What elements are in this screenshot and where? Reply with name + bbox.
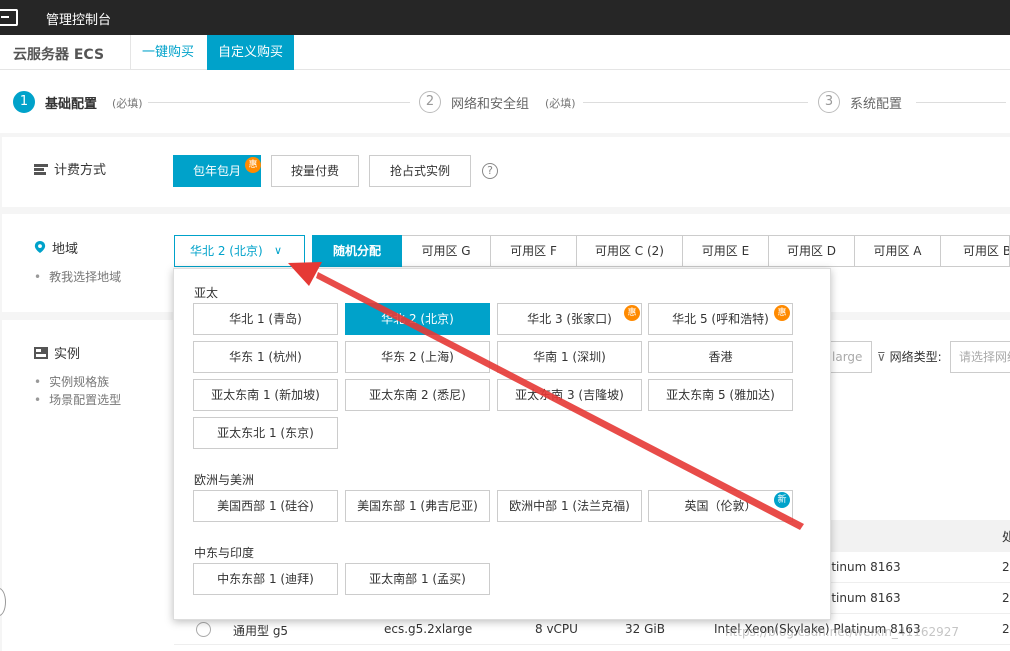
instance-family-link[interactable]: 实例规格族 <box>34 373 109 390</box>
billing-icon <box>34 164 48 175</box>
spec-cell: ecs.g5.2xlarge <box>384 622 473 636</box>
instance-title: 实例 <box>34 343 80 362</box>
cpu-cell: atinum 8163 <box>824 560 901 574</box>
region-option[interactable]: 华东 1 (杭州) <box>193 341 338 373</box>
tab-custom-buy[interactable]: 自定义购买 <box>207 35 295 70</box>
vcpu-cell: 8 vCPU <box>535 622 578 636</box>
region-option[interactable]: 华北 5 (呼和浩特) <box>648 303 793 335</box>
discount-badge: 惠 <box>774 305 790 321</box>
group-title-europe-americas: 欧洲与美洲 <box>194 473 255 487</box>
region-option[interactable]: 华南 1 (深圳) <box>497 341 642 373</box>
billing-title-text: 计费方式 <box>54 163 107 178</box>
help-icon[interactable]: ? <box>482 163 498 179</box>
region-title: 地域 <box>34 238 78 257</box>
region-select-value: 华北 2 (北京) <box>190 244 263 258</box>
top-bar: 管理控制台 <box>0 0 1010 35</box>
zone-f[interactable]: 可用区 F <box>491 235 577 267</box>
zone-b[interactable]: 可用区 B <box>941 235 1010 267</box>
region-title-text: 地域 <box>52 242 79 257</box>
region-option[interactable]: 亚太南部 1 (孟买) <box>345 563 490 595</box>
filter-icon: ⊽ <box>877 350 886 364</box>
console-logo-icon[interactable] <box>0 9 18 26</box>
chevron-down-icon: ∨ <box>273 244 282 257</box>
step-2-label[interactable]: 网络和安全组 <box>451 93 529 112</box>
step-divider <box>583 102 808 103</box>
region-option-selected[interactable]: 华北 2 (北京) <box>345 303 490 335</box>
billing-section: 计费方式 包年包月 惠 按量付费 抢占式实例 ? <box>2 137 1010 207</box>
zone-g[interactable]: 可用区 G <box>402 235 491 267</box>
tab-quick-buy[interactable]: 一键购买 <box>130 35 205 70</box>
step-3-label[interactable]: 系统配置 <box>850 93 902 112</box>
region-help-link[interactable]: 教我选择地域 <box>34 268 121 285</box>
region-option[interactable]: 英国（伦敦） <box>648 490 793 522</box>
step-1-number: 1 <box>13 91 35 113</box>
product-subnav: 云服务器 ECS 一键购买 自定义购买 <box>0 35 1010 70</box>
location-pin-icon <box>34 241 46 253</box>
region-option[interactable]: 欧洲中部 1 (法兰克福) <box>497 490 642 522</box>
region-option[interactable]: 亚太东北 1 (东京) <box>193 417 338 449</box>
billing-spot-button[interactable]: 抢占式实例 <box>369 155 471 187</box>
region-option[interactable]: 华东 2 (上海) <box>345 341 490 373</box>
region-option[interactable]: 亚太东南 2 (悉尼) <box>345 379 490 411</box>
price-cell: 2. <box>1002 622 1010 636</box>
region-option[interactable]: 华北 3 (张家口) <box>497 303 642 335</box>
cpu-cell: atinum 8163 <box>824 591 901 605</box>
network-type-label: ⊽ 网络类型: <box>877 348 942 365</box>
price-cell: 2. <box>1002 591 1010 605</box>
group-title-apac: 亚太 <box>194 286 219 300</box>
family-cell: 通用型 g5 <box>233 624 289 638</box>
memory-cell: 32 GiB <box>625 622 665 636</box>
region-option[interactable]: 中东东部 1 (迪拜) <box>193 563 338 595</box>
network-type-label-text: 网络类型: <box>889 350 942 364</box>
product-name: 云服务器 ECS <box>13 47 105 63</box>
zone-e[interactable]: 可用区 E <box>683 235 769 267</box>
region-option[interactable]: 华北 1 (青岛) <box>193 303 338 335</box>
billing-title: 计费方式 <box>34 159 106 178</box>
region-select[interactable]: 华北 2 (北京) ∨ <box>174 235 305 267</box>
group-title-middle-east-india: 中东与印度 <box>194 546 255 560</box>
step-2-number[interactable]: 2 <box>419 91 441 113</box>
instance-icon <box>34 347 48 359</box>
step-1-hint: (必填) <box>112 97 143 110</box>
zone-d[interactable]: 可用区 D <box>769 235 855 267</box>
region-dropdown: 亚太 华北 1 (青岛) 华北 2 (北京) 华北 3 (张家口) 惠 华北 5… <box>173 268 831 620</box>
discount-badge: 惠 <box>624 305 640 321</box>
region-option[interactable]: 亚太东南 5 (雅加达) <box>648 379 793 411</box>
network-type-select[interactable]: 请选择网络 <box>950 341 1010 373</box>
region-option[interactable]: 香港 <box>648 341 793 373</box>
row-radio[interactable] <box>196 622 211 637</box>
region-option[interactable]: 亚太东南 3 (吉隆坡) <box>497 379 642 411</box>
step-3-number[interactable]: 3 <box>818 91 840 113</box>
region-option[interactable]: 美国东部 1 (弗吉尼亚) <box>345 490 490 522</box>
step-1-label: 基础配置 <box>45 97 98 112</box>
price-cell: 2. <box>1002 560 1010 574</box>
step-divider <box>916 102 1006 103</box>
zone-c[interactable]: 可用区 C (2) <box>577 235 683 267</box>
step-2-hint: (必填) <box>545 97 576 110</box>
column-header: 处 <box>1002 530 1010 544</box>
region-option[interactable]: 亚太东南 1 (新加坡) <box>193 379 338 411</box>
billing-payg-button[interactable]: 按量付费 <box>271 155 359 187</box>
zone-a[interactable]: 可用区 A <box>855 235 941 267</box>
console-title[interactable]: 管理控制台 <box>46 9 111 28</box>
scenario-config-link[interactable]: 场景配置选型 <box>34 391 121 408</box>
purchase-steps: 1 基础配置 (必填) 2 网络和安全组 (必填) 3 系统配置 <box>0 70 1010 133</box>
step-divider <box>148 102 410 103</box>
discount-badge: 惠 <box>245 157 261 173</box>
instance-title-text: 实例 <box>54 347 81 362</box>
watermark: https://blog.csdn.net/weixin_41162927 <box>725 625 960 639</box>
zone-random[interactable]: 随机分配 <box>312 235 402 267</box>
new-badge: 新 <box>774 492 790 508</box>
region-option[interactable]: 美国西部 1 (硅谷) <box>193 490 338 522</box>
